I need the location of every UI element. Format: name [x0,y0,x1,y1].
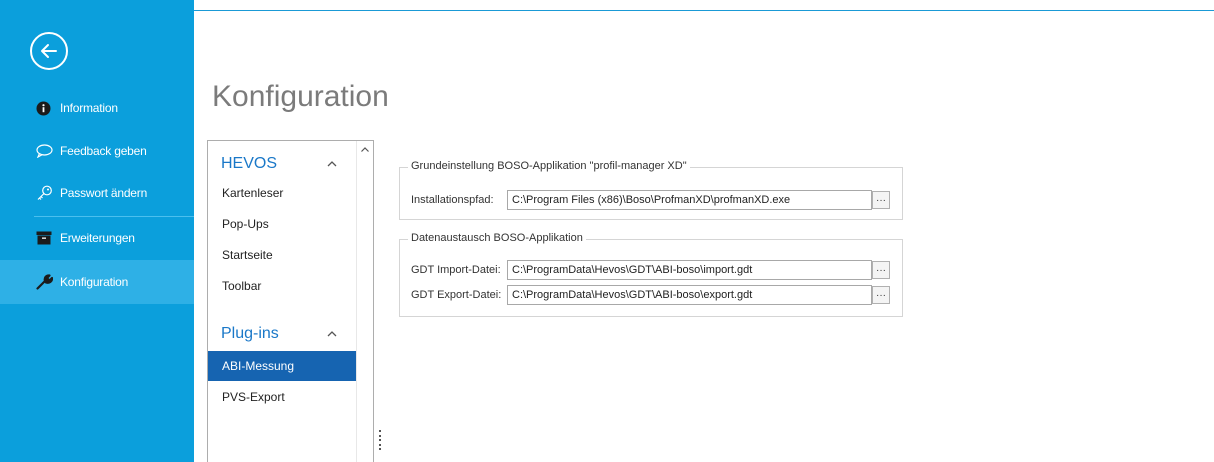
sidebar-item-label: Information [60,101,118,115]
top-accent-line [194,10,1214,11]
export-label: GDT Export-Datei: [411,289,502,301]
arrow-left-icon [41,44,57,58]
list-item-toolbar[interactable]: Toolbar [208,271,356,301]
sidebar-item-label: Konfiguration [60,275,129,289]
sidebar-item-erweiterungen[interactable]: Erweiterungen [0,216,194,260]
page-title: Konfiguration [212,80,389,113]
sidebar: Information Feedback geben Passwort ände… [0,0,194,462]
install-path-field[interactable]: C:\Program Files (x86)\Boso\ProfmanXD\pr… [507,190,872,210]
import-label: GDT Import-Datei: [411,264,501,276]
export-browse-button[interactable]: ··· [872,286,890,304]
sidebar-item-label: Erweiterungen [60,231,135,245]
groupbox-grundeinstellung: Grundeinstellung BOSO-Applikation "profi… [399,160,903,220]
wrench-icon [36,274,56,290]
import-browse-button[interactable]: ··· [872,261,890,279]
group-header-hevos[interactable]: HEVOS [208,151,356,177]
sidebar-item-feedback[interactable]: Feedback geben [0,129,194,173]
export-path-field[interactable]: C:\ProgramData\Hevos\GDT\ABI-boso\export… [507,285,872,305]
sidebar-item-konfiguration[interactable]: Konfiguration [0,260,194,304]
import-path-field[interactable]: C:\ProgramData\Hevos\GDT\ABI-boso\import… [507,260,872,280]
sidebar-item-label: Passwort ändern [60,186,148,200]
app-window: Information Feedback geben Passwort ände… [0,0,1214,462]
groupbox-datenaustausch: Datenaustausch BOSO-Applikation GDT Impo… [399,232,903,317]
archive-box-icon [36,230,56,246]
back-button[interactable] [30,32,68,70]
list-item-startseite[interactable]: Startseite [208,240,356,270]
list-item-pop-ups[interactable]: Pop-Ups [208,209,356,239]
sidebar-item-information[interactable]: Information [0,86,194,130]
sidebar-item-label: Feedback geben [60,144,147,158]
scroll-up-arrow-icon[interactable] [357,143,373,155]
group-header-plug-ins[interactable]: Plug-ins [208,321,356,347]
import-row: GDT Import-Datei: [411,260,501,280]
install-path-label: Installationspfad: [411,194,494,206]
vertical-scrollbar[interactable] [356,141,373,462]
groupbox-legend: Grundeinstellung BOSO-Applikation "profi… [408,160,690,172]
category-list: HEVOS Kartenleser Pop-Ups Startseite Too… [207,140,374,462]
export-row: GDT Export-Datei: [411,285,501,305]
key-icon [36,185,56,201]
splitter-handle[interactable] [378,430,382,450]
group-title: HEVOS [221,155,278,172]
list-item-pvs-export[interactable]: PVS-Export [208,382,356,412]
chevron-up-icon [327,161,337,167]
speech-bubble-icon [36,143,56,159]
chevron-up-icon [327,331,337,337]
sidebar-item-passwort[interactable]: Passwort ändern [0,171,194,215]
install-path-browse-button[interactable]: ··· [872,191,890,209]
list-item-abi-messung[interactable]: ABI-Messung [208,351,356,381]
list-item-kartenleser[interactable]: Kartenleser [208,178,356,208]
info-icon [36,100,56,116]
install-path-row: Installationspfad: [411,190,494,210]
group-title: Plug-ins [221,325,279,342]
groupbox-legend: Datenaustausch BOSO-Applikation [408,232,586,244]
